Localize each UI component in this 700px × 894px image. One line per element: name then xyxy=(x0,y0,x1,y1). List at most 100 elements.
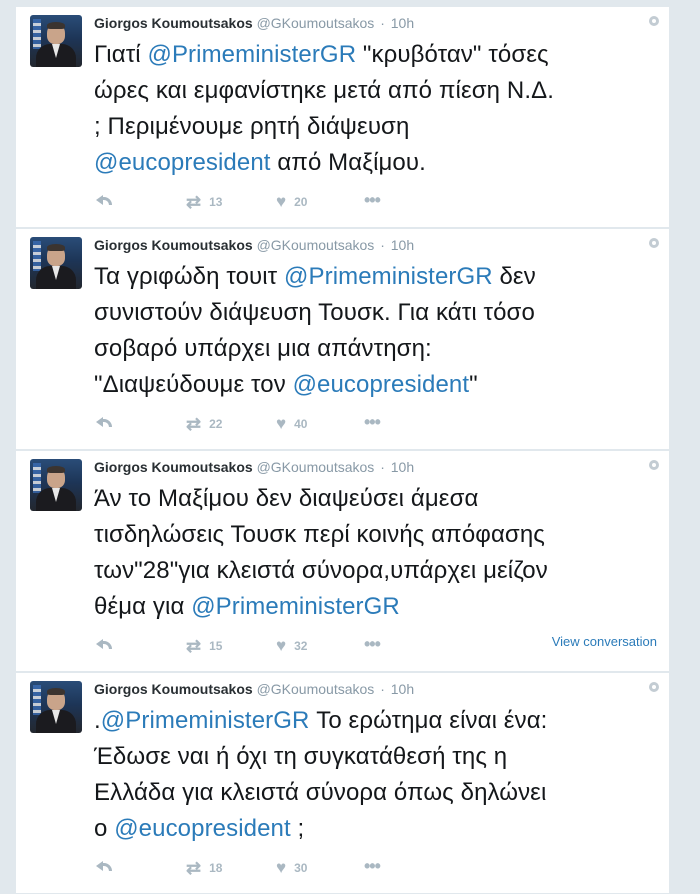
mention-link[interactable]: @eucopresident xyxy=(94,149,271,176)
tweet-text-segment: "Διαψεύδουμε τον xyxy=(94,371,293,398)
tweet-text-segment: δεν xyxy=(492,263,536,290)
tweet-text: .@PrimeministerGR Το ερώτημα είναι ένα: Έ… xyxy=(94,703,659,847)
retweet-icon: ⇄ xyxy=(186,636,202,656)
like-button[interactable]: ♥ 32 xyxy=(276,636,308,655)
tweet-text-line: συνιστούν διάψευση Τουσκ. Για κάτι τόσο xyxy=(94,295,659,331)
tweet-text-segment: ; Περιμένουμε ρητή διάψευση xyxy=(94,113,410,140)
more-icon: ••• xyxy=(364,634,381,654)
more-icon: ••• xyxy=(364,190,381,210)
tweet-text-segment: Έδωσε ναι ή όχι τη συγκατάθεσή της η xyxy=(94,743,508,770)
tweet-text-segment: Άν το Μαξίμου δεν διαψεύσει άμεσα xyxy=(94,485,479,512)
tweet-header: Giorgos Koumoutsakos @GKoumoutsakos · 10… xyxy=(94,457,657,477)
reply-icon xyxy=(96,639,112,651)
tweet-text-segment: ώρες και εμφανίστηκε μετά από πίεση Ν.Δ. xyxy=(94,77,554,104)
tweet-header: Giorgos Koumoutsakos @GKoumoutsakos · 10… xyxy=(94,679,657,699)
tweet-text-line: .@PrimeministerGR Το ερώτημα είναι ένα: xyxy=(94,703,659,739)
tweet-text-line: @eucopresident από Μαξίμου. xyxy=(94,145,659,181)
retweet-button[interactable]: ⇄ 18 xyxy=(186,858,222,878)
tweet-header: Giorgos Koumoutsakos @GKoumoutsakos · 10… xyxy=(94,235,657,255)
like-button[interactable]: ♥ 40 xyxy=(276,414,307,433)
like-count: 32 xyxy=(294,639,308,653)
tweet-text-line: σοβαρό υπάρχει μια απάντηση: xyxy=(94,331,659,367)
tweet-text-line: Έδωσε ναι ή όχι τη συγκατάθεσή της η xyxy=(94,739,659,775)
mention-link[interactable]: @eucopresident xyxy=(293,371,470,398)
separator-dot: · xyxy=(380,459,385,475)
tweet-time[interactable]: 10h xyxy=(391,681,414,697)
heart-icon: ♥ xyxy=(276,858,287,877)
tweet-text-segment: των"28"για κλειστά σύνορα,υπάρχει μείζον xyxy=(94,557,548,584)
retweet-button[interactable]: ⇄ 13 xyxy=(186,192,223,212)
mention-link[interactable]: @PrimeministerGR xyxy=(101,707,310,734)
tweet-card[interactable]: Giorgos Koumoutsakos @GKoumoutsakos · 10… xyxy=(15,672,670,894)
separator-dot: · xyxy=(380,681,385,697)
more-button[interactable]: ••• xyxy=(364,413,381,431)
tweet-text-line: θέμα για @PrimeministerGR xyxy=(94,589,659,625)
mention-link[interactable]: @PrimeministerGR xyxy=(147,41,356,68)
reply-icon xyxy=(96,861,112,873)
tweet-time[interactable]: 10h xyxy=(391,15,414,31)
author-name[interactable]: Giorgos Koumoutsakos xyxy=(94,15,253,31)
tweet-text-segment: από Μαξίμου. xyxy=(270,149,426,176)
tweet-text-segment: ο xyxy=(94,815,115,842)
more-button[interactable]: ••• xyxy=(364,190,381,210)
tweet-text-line: Τα γριφώδη τουιτ @PrimeministerGR δεν xyxy=(94,259,659,295)
gear-icon[interactable] xyxy=(649,238,659,248)
tweet-text: Τα γριφώδη τουιτ @PrimeministerGR δεν συν… xyxy=(94,259,659,403)
avatar[interactable] xyxy=(30,681,82,733)
author-name[interactable]: Giorgos Koumoutsakos xyxy=(94,459,253,475)
tweet-time[interactable]: 10h xyxy=(391,237,414,253)
gear-icon[interactable] xyxy=(649,682,659,692)
avatar[interactable] xyxy=(30,237,82,289)
author-handle[interactable]: @GKoumoutsakos xyxy=(257,459,375,475)
avatar[interactable] xyxy=(30,15,82,67)
author-handle[interactable]: @GKoumoutsakos xyxy=(257,15,375,31)
tweet-text-line: Ελλάδα για κλειστά σύνορα όπως δηλώνει xyxy=(94,775,659,811)
tweet-card[interactable]: Giorgos Koumoutsakos @GKoumoutsakos · 10… xyxy=(15,6,670,228)
retweet-count: 13 xyxy=(209,195,223,209)
heart-icon: ♥ xyxy=(276,414,287,433)
gear-icon[interactable] xyxy=(649,460,659,470)
reply-button[interactable] xyxy=(96,195,112,207)
more-icon: ••• xyxy=(364,856,381,876)
tweet-card[interactable]: Giorgos Koumoutsakos @GKoumoutsakos · 10… xyxy=(15,228,670,450)
tweet-text-line: Άν το Μαξίμου δεν διαψεύσει άμεσα xyxy=(94,481,659,517)
mention-link[interactable]: @eucopresident xyxy=(114,815,291,842)
more-button[interactable]: ••• xyxy=(364,856,381,876)
tweet-card[interactable]: Giorgos Koumoutsakos @GKoumoutsakos · 10… xyxy=(15,450,670,672)
view-conversation-link[interactable]: View conversation xyxy=(552,634,657,649)
author-handle[interactable]: @GKoumoutsakos xyxy=(257,681,375,697)
reply-button[interactable] xyxy=(96,861,112,873)
author-name[interactable]: Giorgos Koumoutsakos xyxy=(94,237,253,253)
retweet-button[interactable]: ⇄ 15 xyxy=(186,636,223,656)
like-button[interactable]: ♥ 20 xyxy=(276,193,307,210)
heart-icon: ♥ xyxy=(276,636,287,655)
tweet-text-segment: " xyxy=(469,371,478,398)
tweet-text-line: Γιατί @PrimeministerGR "κρυβόταν" τόσες xyxy=(94,37,659,73)
tweet-text-segment: συνιστούν διάψευση Τουσκ. Για κάτι τόσο xyxy=(94,299,535,326)
retweet-count: 15 xyxy=(209,639,223,653)
reply-button[interactable] xyxy=(96,639,112,651)
tweet-text-line: ; Περιμένουμε ρητή διάψευση xyxy=(94,109,659,145)
tweet-text-line: "Διαψεύδουμε τον @eucopresident" xyxy=(94,367,659,403)
retweet-icon: ⇄ xyxy=(186,858,202,878)
author-handle[interactable]: @GKoumoutsakos xyxy=(257,237,375,253)
gear-icon[interactable] xyxy=(649,16,659,26)
tweet-text-segment: Ελλάδα για κλειστά σύνορα όπως δηλώνει xyxy=(94,779,547,806)
retweet-button[interactable]: ⇄ 22 xyxy=(186,414,222,434)
like-button[interactable]: ♥ 30 xyxy=(276,858,307,877)
reply-button[interactable] xyxy=(96,417,112,429)
avatar[interactable] xyxy=(30,459,82,511)
retweet-icon: ⇄ xyxy=(186,192,202,212)
tweet-text: Γιατί @PrimeministerGR "κρυβόταν" τόσες ώ… xyxy=(94,37,659,181)
separator-dot: · xyxy=(380,15,385,31)
mention-link[interactable]: @PrimeministerGR xyxy=(284,263,493,290)
retweet-icon: ⇄ xyxy=(186,414,202,434)
tweet-time[interactable]: 10h xyxy=(391,459,414,475)
author-name[interactable]: Giorgos Koumoutsakos xyxy=(94,681,253,697)
more-button[interactable]: ••• xyxy=(364,634,381,654)
tweet-timeline: Giorgos Koumoutsakos @GKoumoutsakos · 10… xyxy=(0,0,700,894)
tweet-text-segment: θέμα για xyxy=(94,593,192,620)
tweet-text-segment: Γιατί xyxy=(94,41,148,68)
mention-link[interactable]: @PrimeministerGR xyxy=(191,593,400,620)
tweet-text-segment: τισδηλώσεις Τουσκ περί κοινής απόφασης xyxy=(94,521,545,548)
